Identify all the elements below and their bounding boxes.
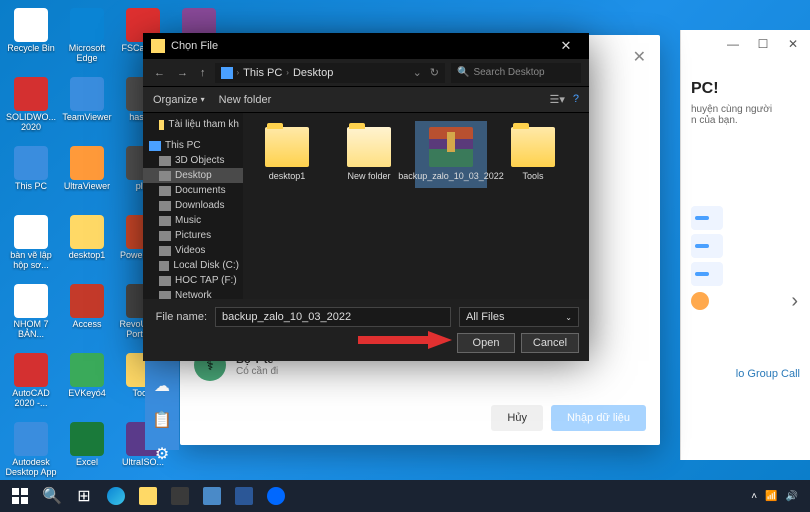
folder-icon	[151, 39, 165, 53]
desktop-icon[interactable]: This PC	[4, 142, 58, 209]
nav-back-icon[interactable]: ←	[151, 67, 168, 79]
minimize-icon[interactable]: —	[722, 36, 744, 52]
dropdown-icon[interactable]: ⌄	[413, 66, 422, 79]
modal-close-icon[interactable]: ✕	[633, 47, 646, 67]
desktop-icon[interactable]: UltraViewer	[60, 142, 114, 209]
wifi-icon[interactable]: 📶	[765, 491, 777, 502]
store-icon[interactable]	[164, 482, 196, 510]
panel-cards	[691, 206, 800, 310]
file-item[interactable]: desktop1	[251, 121, 323, 188]
desktop-icon[interactable]: TeamViewer	[60, 73, 114, 140]
group-call-link[interactable]: lo Group Call	[736, 368, 800, 380]
panel-text2: n của bạn.	[691, 115, 800, 126]
cloud-icon[interactable]: ☁	[154, 376, 170, 396]
pc-icon	[221, 67, 233, 79]
address-bar[interactable]: › This PC › Desktop ⌄ ↻	[215, 63, 446, 83]
panel-title: PC!	[691, 80, 800, 98]
refresh-icon[interactable]: ↻	[430, 66, 439, 79]
desktop-icon[interactable]: desktop1	[60, 211, 114, 278]
edge-icon[interactable]	[100, 482, 132, 510]
close-icon[interactable]: ✕	[782, 36, 804, 52]
tree-item[interactable]: HOC TAP (F:)	[143, 273, 243, 288]
chevron-right-icon[interactable]: ›	[791, 290, 798, 313]
word-icon[interactable]	[228, 482, 260, 510]
file-item[interactable]: Tools	[497, 121, 569, 188]
new-folder-button[interactable]: New folder	[219, 94, 272, 106]
volume-icon[interactable]: 🔊	[786, 491, 798, 502]
view-icon[interactable]: ☰▾	[549, 93, 564, 106]
gear-icon[interactable]: ⚙	[155, 444, 169, 464]
import-button[interactable]: Nhập dữ liệu	[551, 405, 646, 431]
cancel-button[interactable]: Hủy	[491, 405, 543, 431]
zalo-right-panel: — ☐ ✕ PC! huyện cùng người n của bạn. › …	[680, 30, 810, 460]
help-icon[interactable]: ?	[573, 93, 579, 106]
nav-up-icon[interactable]: ↑	[197, 67, 209, 79]
tree-item[interactable]: Pictures	[143, 228, 243, 243]
tree-item[interactable]: Music	[143, 213, 243, 228]
desktop-icon[interactable]: Excel	[60, 418, 114, 485]
file-item[interactable]: New folder	[333, 121, 405, 188]
tray-chevron-icon[interactable]: ˄	[751, 491, 757, 502]
desktop-icon[interactable]: bàn vẽ lập hộp sơ...	[4, 211, 58, 278]
mail-icon[interactable]	[196, 482, 228, 510]
filetype-select[interactable]: All Files⌄	[459, 307, 579, 327]
tree-item[interactable]: Downloads	[143, 198, 243, 213]
filename-input[interactable]	[215, 307, 451, 327]
open-button[interactable]: Open	[457, 333, 515, 353]
search-icon: 🔍	[457, 67, 469, 78]
search-input[interactable]: 🔍 Search Desktop	[451, 63, 581, 83]
taskbar[interactable]: 🔍 ⊞ ˄ 📶 🔊	[0, 480, 810, 512]
desktop-icon[interactable]: AutoCAD 2020 -...	[4, 349, 58, 416]
dialog-title: Chọn File	[171, 40, 218, 52]
maximize-icon[interactable]: ☐	[752, 36, 774, 52]
taskview-icon[interactable]: ⊞	[68, 482, 100, 510]
nav-forward-icon[interactable]: →	[174, 67, 191, 79]
desktop-icon[interactable]: Microsoft Edge	[60, 4, 114, 71]
filename-label: File name:	[153, 311, 207, 323]
tree-item[interactable]: 3D Objects	[143, 153, 243, 168]
cancel-button[interactable]: Cancel	[521, 333, 579, 353]
tree-item[interactable]: Videos	[143, 243, 243, 258]
desktop-icon[interactable]: NHÓM 7 BẢN...	[4, 280, 58, 347]
explorer-icon[interactable]	[132, 482, 164, 510]
tree-item[interactable]: Local Disk (C:)	[143, 258, 243, 273]
tree-item[interactable]: Desktop	[143, 168, 243, 183]
desktop-icon[interactable]: EVKeyó4	[60, 349, 114, 416]
system-tray[interactable]: ˄ 📶 🔊	[751, 491, 806, 502]
file-open-dialog: Chọn File ✕ ← → ↑ › This PC › Desktop ⌄ …	[143, 33, 589, 351]
tree-item[interactable]: Documents	[143, 183, 243, 198]
desktop-icon[interactable]: SOLIDWO... 2020	[4, 73, 58, 140]
start-button[interactable]	[4, 482, 36, 510]
dialog-titlebar[interactable]: Chọn File ✕	[143, 33, 589, 59]
panel-text1: huyện cùng người	[691, 104, 800, 115]
file-item[interactable]: backup_zalo_10_03_2022	[415, 121, 487, 188]
dialog-close-icon[interactable]: ✕	[551, 38, 581, 54]
desktop-icon[interactable]: Recycle Bin	[4, 4, 58, 71]
file-list[interactable]: desktop1New folderbackup_zalo_10_03_2022…	[243, 113, 589, 299]
folder-tree[interactable]: Tài liệu tham kh This PC 3D ObjectsDeskt…	[143, 113, 243, 299]
desktop-icon[interactable]: Access	[60, 280, 114, 347]
zalo-icon[interactable]	[260, 482, 292, 510]
tree-item[interactable]: Network	[143, 288, 243, 299]
organize-menu[interactable]: Organize ▾	[153, 94, 205, 106]
clipboard-icon[interactable]: 📋	[152, 410, 172, 430]
desktop-icon[interactable]: Autodesk Desktop App	[4, 418, 58, 485]
search-icon[interactable]: 🔍	[36, 482, 68, 510]
